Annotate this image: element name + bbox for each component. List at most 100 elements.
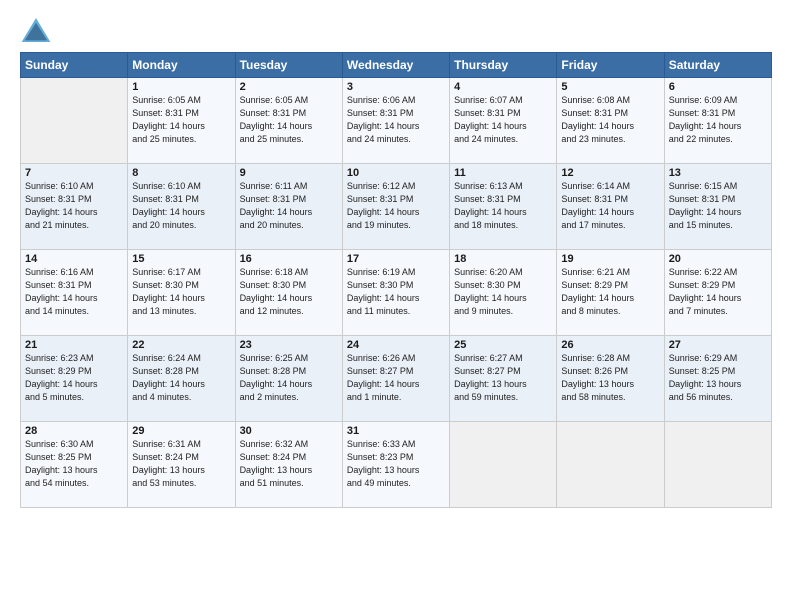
day-cell: 23Sunrise: 6:25 AM Sunset: 8:28 PM Dayli… — [235, 336, 342, 422]
day-info: Sunrise: 6:22 AM Sunset: 8:29 PM Dayligh… — [669, 266, 767, 318]
week-row-5: 28Sunrise: 6:30 AM Sunset: 8:25 PM Dayli… — [21, 422, 772, 508]
week-row-1: 1Sunrise: 6:05 AM Sunset: 8:31 PM Daylig… — [21, 78, 772, 164]
column-header-tuesday: Tuesday — [235, 53, 342, 78]
day-cell: 17Sunrise: 6:19 AM Sunset: 8:30 PM Dayli… — [342, 250, 449, 336]
day-number: 15 — [132, 253, 230, 265]
day-number: 4 — [454, 81, 552, 93]
day-number: 18 — [454, 253, 552, 265]
day-cell: 30Sunrise: 6:32 AM Sunset: 8:24 PM Dayli… — [235, 422, 342, 508]
day-info: Sunrise: 6:12 AM Sunset: 8:31 PM Dayligh… — [347, 180, 445, 232]
day-info: Sunrise: 6:15 AM Sunset: 8:31 PM Dayligh… — [669, 180, 767, 232]
day-number: 14 — [25, 253, 123, 265]
day-cell: 11Sunrise: 6:13 AM Sunset: 8:31 PM Dayli… — [450, 164, 557, 250]
day-cell: 15Sunrise: 6:17 AM Sunset: 8:30 PM Dayli… — [128, 250, 235, 336]
day-info: Sunrise: 6:30 AM Sunset: 8:25 PM Dayligh… — [25, 438, 123, 490]
day-cell — [450, 422, 557, 508]
day-info: Sunrise: 6:29 AM Sunset: 8:25 PM Dayligh… — [669, 352, 767, 404]
column-header-sunday: Sunday — [21, 53, 128, 78]
day-number: 3 — [347, 81, 445, 93]
day-number: 11 — [454, 167, 552, 179]
logo-icon — [20, 16, 52, 44]
day-info: Sunrise: 6:05 AM Sunset: 8:31 PM Dayligh… — [132, 94, 230, 146]
column-header-saturday: Saturday — [664, 53, 771, 78]
day-info: Sunrise: 6:32 AM Sunset: 8:24 PM Dayligh… — [240, 438, 338, 490]
day-info: Sunrise: 6:16 AM Sunset: 8:31 PM Dayligh… — [25, 266, 123, 318]
logo — [20, 16, 58, 44]
day-info: Sunrise: 6:20 AM Sunset: 8:30 PM Dayligh… — [454, 266, 552, 318]
calendar-table: SundayMondayTuesdayWednesdayThursdayFrid… — [20, 52, 772, 508]
day-number: 5 — [561, 81, 659, 93]
day-number: 27 — [669, 339, 767, 351]
day-number: 20 — [669, 253, 767, 265]
header-row: SundayMondayTuesdayWednesdayThursdayFrid… — [21, 53, 772, 78]
week-row-3: 14Sunrise: 6:16 AM Sunset: 8:31 PM Dayli… — [21, 250, 772, 336]
day-number: 26 — [561, 339, 659, 351]
day-info: Sunrise: 6:11 AM Sunset: 8:31 PM Dayligh… — [240, 180, 338, 232]
day-cell: 26Sunrise: 6:28 AM Sunset: 8:26 PM Dayli… — [557, 336, 664, 422]
week-row-4: 21Sunrise: 6:23 AM Sunset: 8:29 PM Dayli… — [21, 336, 772, 422]
day-number: 12 — [561, 167, 659, 179]
column-header-monday: Monday — [128, 53, 235, 78]
day-number: 23 — [240, 339, 338, 351]
day-number: 17 — [347, 253, 445, 265]
day-cell: 25Sunrise: 6:27 AM Sunset: 8:27 PM Dayli… — [450, 336, 557, 422]
day-info: Sunrise: 6:33 AM Sunset: 8:23 PM Dayligh… — [347, 438, 445, 490]
day-cell: 22Sunrise: 6:24 AM Sunset: 8:28 PM Dayli… — [128, 336, 235, 422]
day-cell: 13Sunrise: 6:15 AM Sunset: 8:31 PM Dayli… — [664, 164, 771, 250]
day-cell: 27Sunrise: 6:29 AM Sunset: 8:25 PM Dayli… — [664, 336, 771, 422]
day-number: 16 — [240, 253, 338, 265]
day-info: Sunrise: 6:07 AM Sunset: 8:31 PM Dayligh… — [454, 94, 552, 146]
day-cell — [664, 422, 771, 508]
day-cell: 4Sunrise: 6:07 AM Sunset: 8:31 PM Daylig… — [450, 78, 557, 164]
day-number: 31 — [347, 425, 445, 437]
day-info: Sunrise: 6:26 AM Sunset: 8:27 PM Dayligh… — [347, 352, 445, 404]
day-cell: 29Sunrise: 6:31 AM Sunset: 8:24 PM Dayli… — [128, 422, 235, 508]
day-cell: 20Sunrise: 6:22 AM Sunset: 8:29 PM Dayli… — [664, 250, 771, 336]
day-number: 13 — [669, 167, 767, 179]
day-info: Sunrise: 6:21 AM Sunset: 8:29 PM Dayligh… — [561, 266, 659, 318]
header — [20, 16, 772, 44]
day-info: Sunrise: 6:14 AM Sunset: 8:31 PM Dayligh… — [561, 180, 659, 232]
day-number: 9 — [240, 167, 338, 179]
day-cell: 12Sunrise: 6:14 AM Sunset: 8:31 PM Dayli… — [557, 164, 664, 250]
week-row-2: 7Sunrise: 6:10 AM Sunset: 8:31 PM Daylig… — [21, 164, 772, 250]
day-info: Sunrise: 6:27 AM Sunset: 8:27 PM Dayligh… — [454, 352, 552, 404]
day-number: 25 — [454, 339, 552, 351]
day-info: Sunrise: 6:10 AM Sunset: 8:31 PM Dayligh… — [25, 180, 123, 232]
day-number: 30 — [240, 425, 338, 437]
day-info: Sunrise: 6:05 AM Sunset: 8:31 PM Dayligh… — [240, 94, 338, 146]
day-number: 1 — [132, 81, 230, 93]
day-cell: 31Sunrise: 6:33 AM Sunset: 8:23 PM Dayli… — [342, 422, 449, 508]
day-cell: 18Sunrise: 6:20 AM Sunset: 8:30 PM Dayli… — [450, 250, 557, 336]
day-cell: 28Sunrise: 6:30 AM Sunset: 8:25 PM Dayli… — [21, 422, 128, 508]
day-number: 19 — [561, 253, 659, 265]
column-header-friday: Friday — [557, 53, 664, 78]
day-info: Sunrise: 6:17 AM Sunset: 8:30 PM Dayligh… — [132, 266, 230, 318]
day-info: Sunrise: 6:24 AM Sunset: 8:28 PM Dayligh… — [132, 352, 230, 404]
day-info: Sunrise: 6:28 AM Sunset: 8:26 PM Dayligh… — [561, 352, 659, 404]
day-number: 29 — [132, 425, 230, 437]
day-info: Sunrise: 6:31 AM Sunset: 8:24 PM Dayligh… — [132, 438, 230, 490]
day-number: 10 — [347, 167, 445, 179]
day-cell: 1Sunrise: 6:05 AM Sunset: 8:31 PM Daylig… — [128, 78, 235, 164]
column-header-thursday: Thursday — [450, 53, 557, 78]
day-cell: 6Sunrise: 6:09 AM Sunset: 8:31 PM Daylig… — [664, 78, 771, 164]
day-cell: 5Sunrise: 6:08 AM Sunset: 8:31 PM Daylig… — [557, 78, 664, 164]
day-info: Sunrise: 6:09 AM Sunset: 8:31 PM Dayligh… — [669, 94, 767, 146]
day-number: 2 — [240, 81, 338, 93]
day-cell: 14Sunrise: 6:16 AM Sunset: 8:31 PM Dayli… — [21, 250, 128, 336]
day-number: 28 — [25, 425, 123, 437]
day-cell: 10Sunrise: 6:12 AM Sunset: 8:31 PM Dayli… — [342, 164, 449, 250]
day-cell: 19Sunrise: 6:21 AM Sunset: 8:29 PM Dayli… — [557, 250, 664, 336]
day-info: Sunrise: 6:25 AM Sunset: 8:28 PM Dayligh… — [240, 352, 338, 404]
day-info: Sunrise: 6:08 AM Sunset: 8:31 PM Dayligh… — [561, 94, 659, 146]
day-info: Sunrise: 6:23 AM Sunset: 8:29 PM Dayligh… — [25, 352, 123, 404]
day-number: 21 — [25, 339, 123, 351]
day-number: 7 — [25, 167, 123, 179]
day-cell: 24Sunrise: 6:26 AM Sunset: 8:27 PM Dayli… — [342, 336, 449, 422]
day-info: Sunrise: 6:06 AM Sunset: 8:31 PM Dayligh… — [347, 94, 445, 146]
day-info: Sunrise: 6:13 AM Sunset: 8:31 PM Dayligh… — [454, 180, 552, 232]
day-number: 22 — [132, 339, 230, 351]
day-number: 24 — [347, 339, 445, 351]
day-cell: 2Sunrise: 6:05 AM Sunset: 8:31 PM Daylig… — [235, 78, 342, 164]
